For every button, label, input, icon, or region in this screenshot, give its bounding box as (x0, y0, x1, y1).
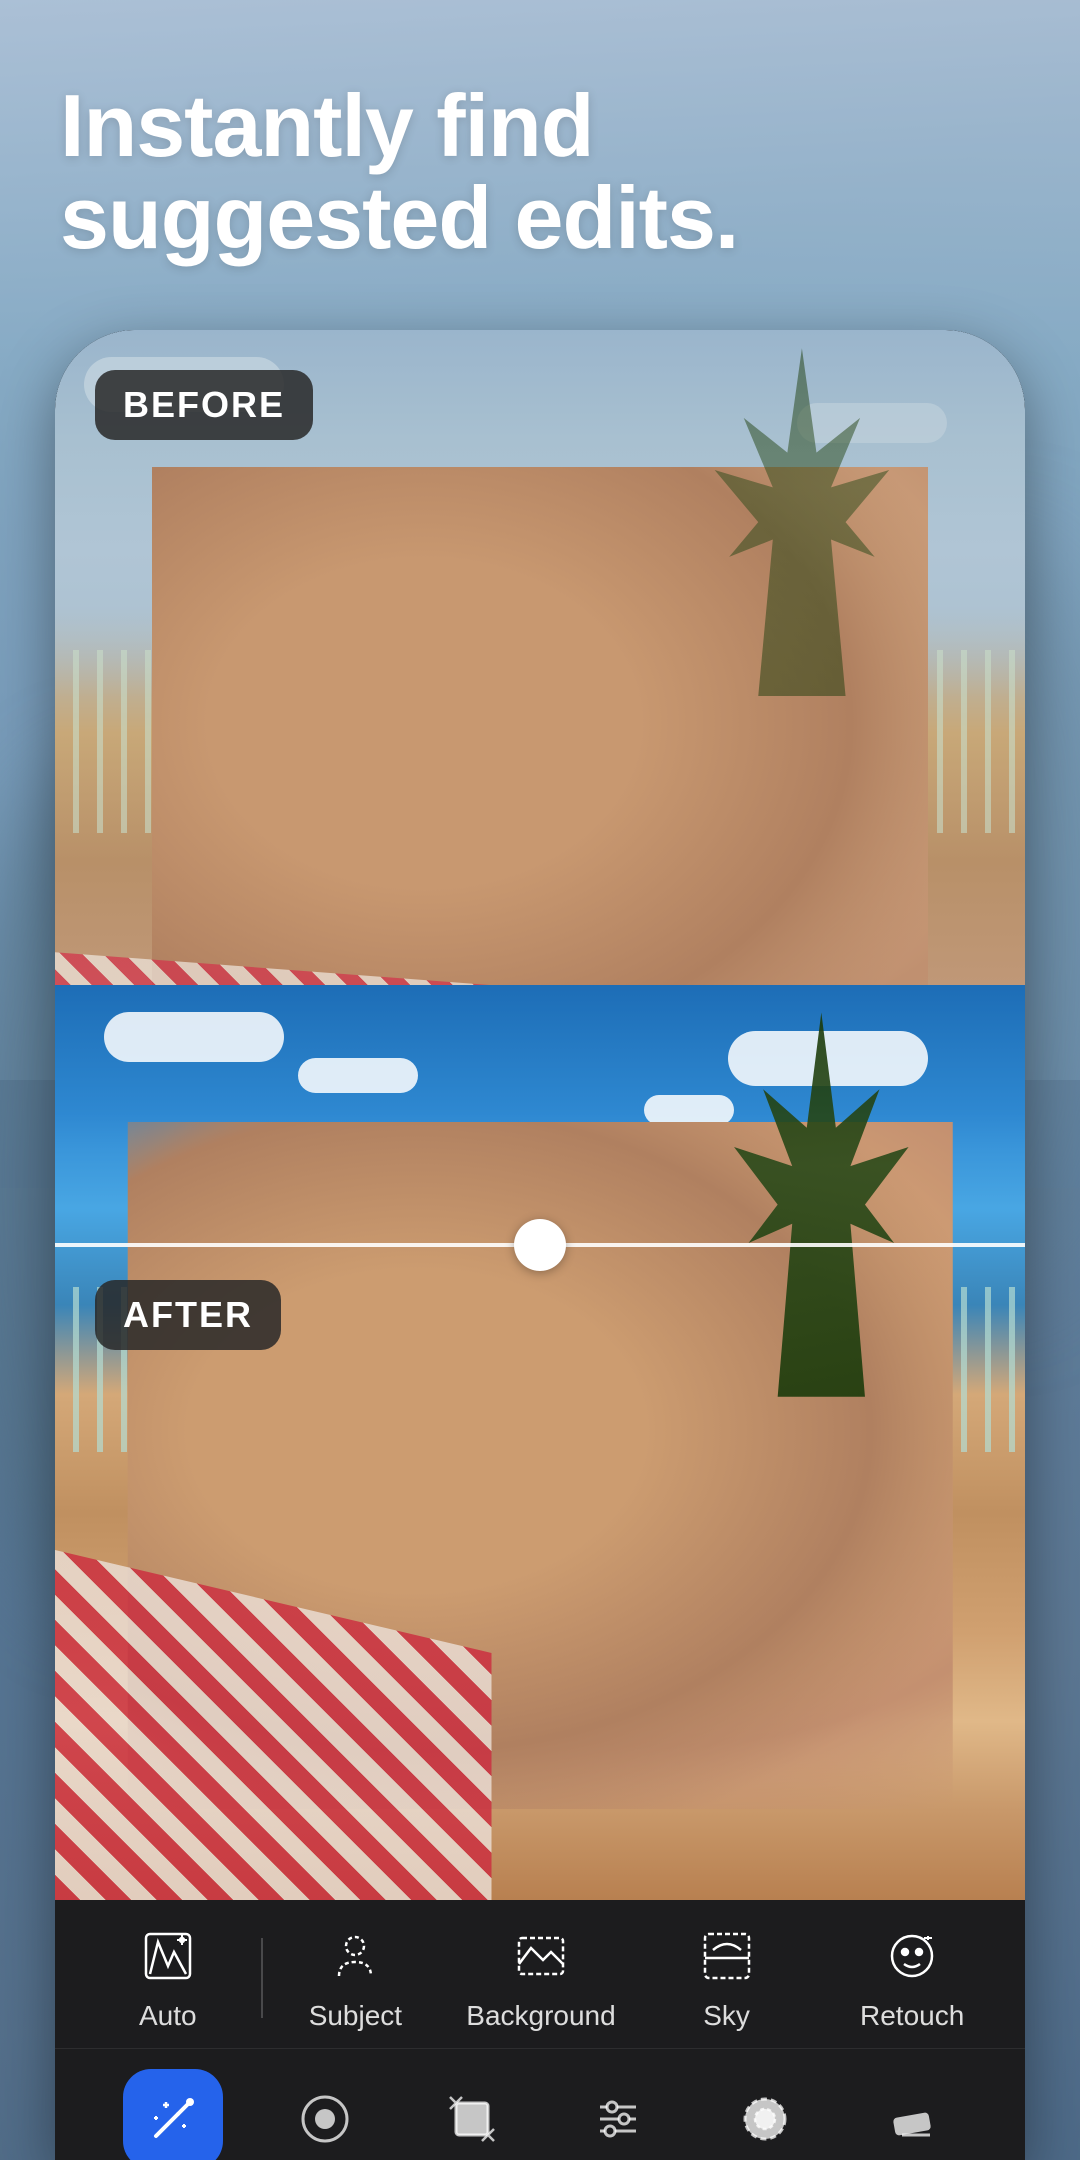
auto-icon (136, 1924, 200, 1988)
toolbar: Auto Subject (55, 1900, 1025, 2160)
tool-sky[interactable]: Sky (634, 1924, 820, 2032)
split-divider (55, 1243, 1025, 1247)
magic-action-btn[interactable] (123, 2069, 223, 2160)
adjust-btn[interactable] (573, 2074, 663, 2160)
after-label: AFTER (95, 1280, 281, 1350)
auto-label: Auto (139, 2000, 197, 2032)
phone-inner: BEFORE AFTER (55, 330, 1025, 2160)
tool-subject[interactable]: Subject (263, 1924, 449, 2032)
subject-label: Subject (309, 2000, 402, 2032)
action-row (55, 2049, 1025, 2160)
sky-icon (695, 1924, 759, 1988)
before-label: BEFORE (95, 370, 313, 440)
background-label: Background (466, 2000, 615, 2032)
photo-after (55, 985, 1025, 1900)
tool-auto[interactable]: Auto (75, 1924, 261, 2032)
erase-btn[interactable] (867, 2074, 957, 2160)
subject-icon (323, 1924, 387, 1988)
retouch-label: Retouch (860, 2000, 964, 2032)
split-handle[interactable] (514, 1219, 566, 1271)
after-cloud-2 (298, 1058, 418, 1093)
after-scene (55, 985, 1025, 1900)
retouch-icon (880, 1924, 944, 1988)
background-icon (509, 1924, 573, 1988)
sky-label: Sky (703, 2000, 750, 2032)
tools-row: Auto Subject (55, 1900, 1025, 2049)
header-title: Instantly find suggested edits. (60, 80, 760, 265)
phone-frame: BEFORE AFTER (55, 330, 1025, 2160)
crop-btn[interactable] (427, 2074, 517, 2160)
tool-retouch[interactable]: Retouch (819, 1924, 1005, 2032)
circle-mask-btn[interactable] (280, 2074, 370, 2160)
selective-btn[interactable] (720, 2074, 810, 2160)
after-cloud-1 (104, 1012, 284, 1062)
after-cloud-4 (644, 1095, 734, 1125)
tool-background[interactable]: Background (448, 1924, 634, 2032)
before-cloud-2 (797, 403, 947, 443)
